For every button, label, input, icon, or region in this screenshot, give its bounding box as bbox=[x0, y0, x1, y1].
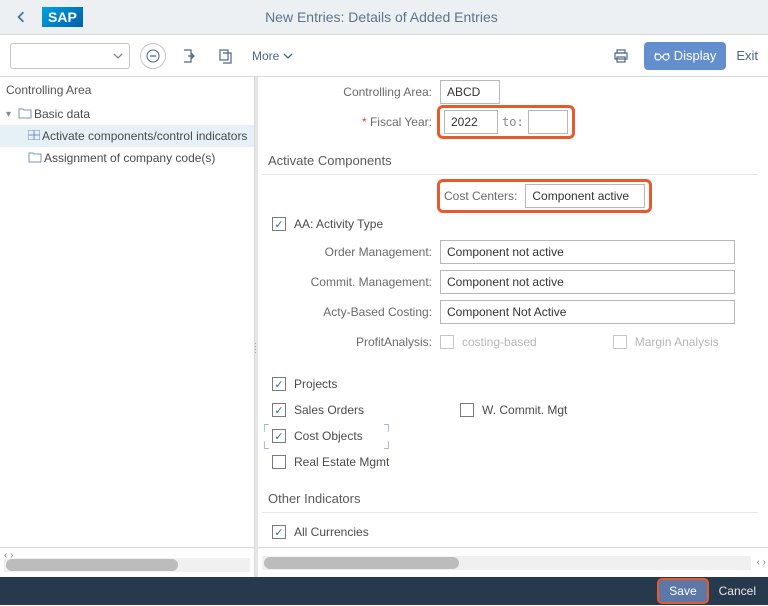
row-abc: Acty-Based Costing: Component Not Active bbox=[262, 297, 758, 327]
sidebar: Controlling Area ▾ Basic data Activate c… bbox=[0, 77, 255, 577]
chevron-down-icon: ▾ bbox=[6, 109, 16, 120]
sidebar-bottom: ‹ › bbox=[0, 547, 254, 577]
profit-margin-label: Margin Analysis bbox=[635, 335, 719, 349]
to-label: to: bbox=[498, 115, 528, 129]
sidebar-title: Controlling Area bbox=[0, 77, 254, 103]
main-bottom: ‹ › bbox=[258, 547, 768, 577]
profit-costing-checkbox bbox=[440, 335, 454, 349]
tree-activate-components[interactable]: Activate components/control indicators bbox=[0, 125, 254, 147]
chevron-down-icon bbox=[113, 51, 123, 61]
row-projects: ✓ Projects bbox=[262, 371, 758, 397]
w-commit-label: W. Commit. Mgt bbox=[482, 403, 567, 417]
fiscal-year-field[interactable]: 2022 bbox=[444, 110, 498, 134]
sap-logo: SAP bbox=[42, 7, 83, 27]
fiscal-year-to-field[interactable] bbox=[528, 110, 568, 134]
w-commit-checkbox[interactable] bbox=[460, 403, 474, 417]
cost-objects-checkbox[interactable]: ✓ bbox=[272, 429, 286, 443]
row-fiscal-year: * Fiscal Year: 2022 to: bbox=[262, 107, 758, 137]
row-all-currencies: ✓ All Currencies bbox=[262, 519, 758, 545]
back-button[interactable] bbox=[8, 4, 34, 30]
scroll-arrows[interactable]: ‹ › bbox=[755, 557, 768, 568]
abc-field[interactable]: Component Not Active bbox=[440, 300, 735, 324]
tree-label: Assignment of company code(s) bbox=[44, 151, 215, 165]
main: Controlling Area: ABCD * Fiscal Year: 20… bbox=[258, 77, 768, 577]
grid-icon bbox=[28, 130, 40, 143]
controlling-area-field[interactable]: ABCD bbox=[440, 80, 500, 104]
exit-link[interactable]: Exit bbox=[736, 48, 758, 63]
row-real-estate: Real Estate Mgmt bbox=[262, 449, 758, 475]
toolbar-exit-icon-button[interactable] bbox=[176, 43, 202, 69]
real-estate-label: Real Estate Mgmt bbox=[294, 455, 389, 469]
display-button[interactable]: Display bbox=[644, 42, 727, 70]
sales-orders-checkbox[interactable]: ✓ bbox=[272, 403, 286, 417]
row-cost-objects: ┌ └ ┐ ┘ ✓ Cost Objects bbox=[262, 423, 758, 449]
splitter-handle-icon: ···· bbox=[254, 342, 257, 354]
profit-costing-label: costing-based bbox=[462, 335, 537, 349]
toolbar-more-button[interactable]: More bbox=[252, 49, 293, 63]
section-activate-components: Activate Components bbox=[262, 143, 758, 175]
save-button[interactable]: Save bbox=[659, 580, 706, 602]
toolbar-circle-minus-button[interactable] bbox=[140, 43, 166, 69]
section-other-indicators: Other Indicators bbox=[262, 481, 758, 513]
page-title: New Entries: Details of Added Entries bbox=[83, 9, 680, 25]
sidebar-hscroll[interactable] bbox=[4, 558, 250, 572]
tree-assignment-company[interactable]: Assignment of company code(s) bbox=[0, 147, 254, 169]
cost-objects-label: Cost Objects bbox=[294, 429, 363, 443]
toolbar-more-label: More bbox=[252, 49, 279, 63]
order-mgmt-label: Order Management: bbox=[262, 245, 440, 259]
scroll-arrows[interactable]: ‹ › bbox=[2, 550, 15, 561]
row-order-mgmt: Order Management: Component not active bbox=[262, 237, 758, 267]
real-estate-checkbox[interactable] bbox=[272, 455, 286, 469]
row-aa-activity: ✓ AA: Activity Type bbox=[262, 211, 758, 237]
fiscal-year-label: * Fiscal Year: bbox=[262, 115, 440, 129]
tree-label: Basic data bbox=[34, 107, 90, 121]
toolbar-select[interactable] bbox=[10, 43, 130, 69]
aa-activity-checkbox[interactable]: ✓ bbox=[272, 217, 286, 231]
main-hscroll[interactable] bbox=[262, 556, 751, 570]
toolbar: More Display Exit bbox=[0, 35, 768, 77]
footer: Save Cancel bbox=[0, 577, 768, 605]
glasses-icon bbox=[654, 50, 670, 62]
projects-checkbox[interactable]: ✓ bbox=[272, 377, 286, 391]
commit-mgmt-field[interactable]: Component not active bbox=[440, 270, 735, 294]
sales-orders-label: Sales Orders bbox=[294, 403, 364, 417]
aa-activity-label: AA: Activity Type bbox=[294, 217, 383, 231]
app-header: SAP New Entries: Details of Added Entrie… bbox=[0, 0, 768, 35]
controlling-area-label: Controlling Area: bbox=[262, 85, 440, 99]
folder-icon bbox=[28, 151, 42, 166]
cancel-button[interactable]: Cancel bbox=[711, 580, 764, 602]
row-controlling-area: Controlling Area: ABCD bbox=[262, 77, 758, 107]
cost-centers-field[interactable]: Component active bbox=[525, 184, 645, 208]
all-currencies-checkbox[interactable]: ✓ bbox=[272, 525, 286, 539]
tree-basic-data[interactable]: ▾ Basic data bbox=[0, 103, 254, 125]
order-mgmt-field[interactable]: Component not active bbox=[440, 240, 735, 264]
print-button[interactable] bbox=[608, 43, 634, 69]
cost-centers-label-text: Cost Centers: bbox=[444, 189, 525, 203]
commit-mgmt-label: Commit. Management: bbox=[262, 275, 440, 289]
row-commit-mgmt: Commit. Management: Component not active bbox=[262, 267, 758, 297]
display-label: Display bbox=[674, 48, 717, 63]
body: Controlling Area ▾ Basic data Activate c… bbox=[0, 77, 768, 577]
chevron-down-icon bbox=[283, 51, 293, 61]
projects-label: Projects bbox=[294, 377, 337, 391]
profit-margin-checkbox bbox=[613, 335, 627, 349]
row-cost-centers: Cost Centers: Component active bbox=[262, 181, 758, 211]
profit-analysis-label: ProfitAnalysis: bbox=[262, 335, 440, 349]
tree-label: Activate components/control indicators bbox=[42, 129, 247, 143]
row-sales-orders: ✓ Sales Orders W. Commit. Mgt bbox=[262, 397, 758, 423]
toolbar-copy-button[interactable] bbox=[212, 43, 238, 69]
row-profit-analysis: ProfitAnalysis: costing-based Margin Ana… bbox=[262, 327, 758, 357]
all-currencies-label: All Currencies bbox=[294, 525, 369, 539]
folder-icon bbox=[18, 107, 32, 122]
abc-label: Acty-Based Costing: bbox=[262, 305, 440, 319]
